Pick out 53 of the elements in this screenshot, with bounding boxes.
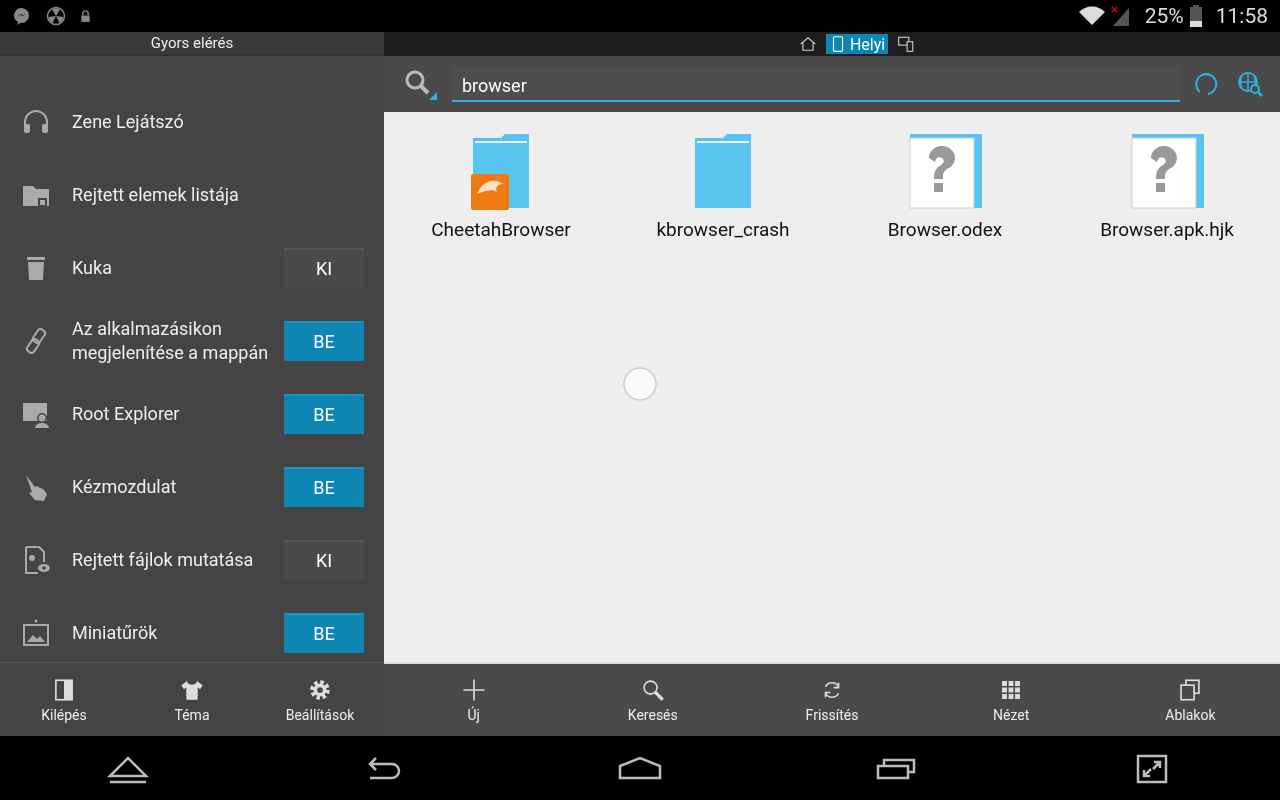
toolbar-button[interactable]: Ablakok [1100,664,1280,736]
toolbar-button[interactable]: Beállítások [256,663,384,736]
sidebar-item[interactable]: Zene Lejátszó [0,85,384,158]
radiation-icon [46,6,66,26]
item-label: Root Explorer [72,401,181,426]
plus-icon [460,677,487,703]
file-name: Browser.odex [887,218,1003,241]
location-tab[interactable]: Helyi [825,34,889,54]
wifi-icon [1078,6,1105,26]
sidebar-item[interactable]: Rejtett fájlok mutatása KI [0,523,384,596]
battery-level: 25% [1144,4,1184,28]
toggle-button[interactable]: KI [284,539,364,580]
panel-title: Gyors elérés [150,34,234,52]
search-bar[interactable]: browser [384,56,1280,112]
item-label: Kuka [72,255,113,280]
lock-icon [80,9,91,23]
toolbar-button[interactable]: Új [384,664,564,736]
loading-spinner-icon [622,366,658,402]
globe-search-icon [1236,70,1264,98]
file-name: CheetahBrowser [431,218,571,241]
file-name: kbrowser_crash [656,218,790,241]
toolbar-button[interactable]: Frissítés [742,664,922,736]
toolbar-button[interactable]: Keresés [563,664,743,736]
sidebar-item[interactable]: Kuka KI [0,231,384,304]
file-item[interactable]: CheetahBrowser [390,130,612,241]
sidebar-item[interactable]: Miniatűrök BE [0,596,384,662]
toggle-button[interactable]: BE [284,393,364,434]
home-icon [798,35,817,53]
file-item[interactable]: Browser.odex [834,130,1056,241]
toolbar-button[interactable]: Kilépés [0,663,128,736]
item-label: Kézmozdulat [72,474,178,499]
sidebar-item[interactable]: Kézmozdulat BE [0,450,384,523]
toolbar-button[interactable]: Nézet [921,664,1101,736]
sidebar-item[interactable]: Az alkalmazásikon megjelenítése a mappán BE [0,304,384,377]
devices-icon [897,35,916,53]
item-label: Miniatűrök [72,620,159,645]
toggle-button[interactable]: BE [284,466,364,507]
file-name: Browser.apk.hjk [1100,218,1234,241]
toggle-button[interactable]: KI [284,247,364,288]
sidebar-item[interactable]: Rejtett elemek listája [0,158,384,231]
battery-icon [1189,5,1202,27]
toggle-button[interactable]: BE [284,612,364,653]
toolbar-button[interactable]: Téma [128,663,256,736]
signal-icon [1110,6,1131,26]
item-label: Rejtett fájlok mutatása [72,547,255,572]
item-label: Rejtett elemek listája [72,182,240,207]
clock: 11:58 [1215,4,1268,28]
item-label: Az alkalmazásikon megjelenítése a mappán [72,316,270,365]
item-label: Zene Lejátszó [72,109,185,134]
file-item[interactable]: kbrowser_crash [612,130,834,241]
sidebar-item[interactable]: Root Explorer BE [0,377,384,450]
toggle-button[interactable]: BE [284,320,364,361]
file-item[interactable]: Browser.apk.hjk [1056,130,1278,241]
